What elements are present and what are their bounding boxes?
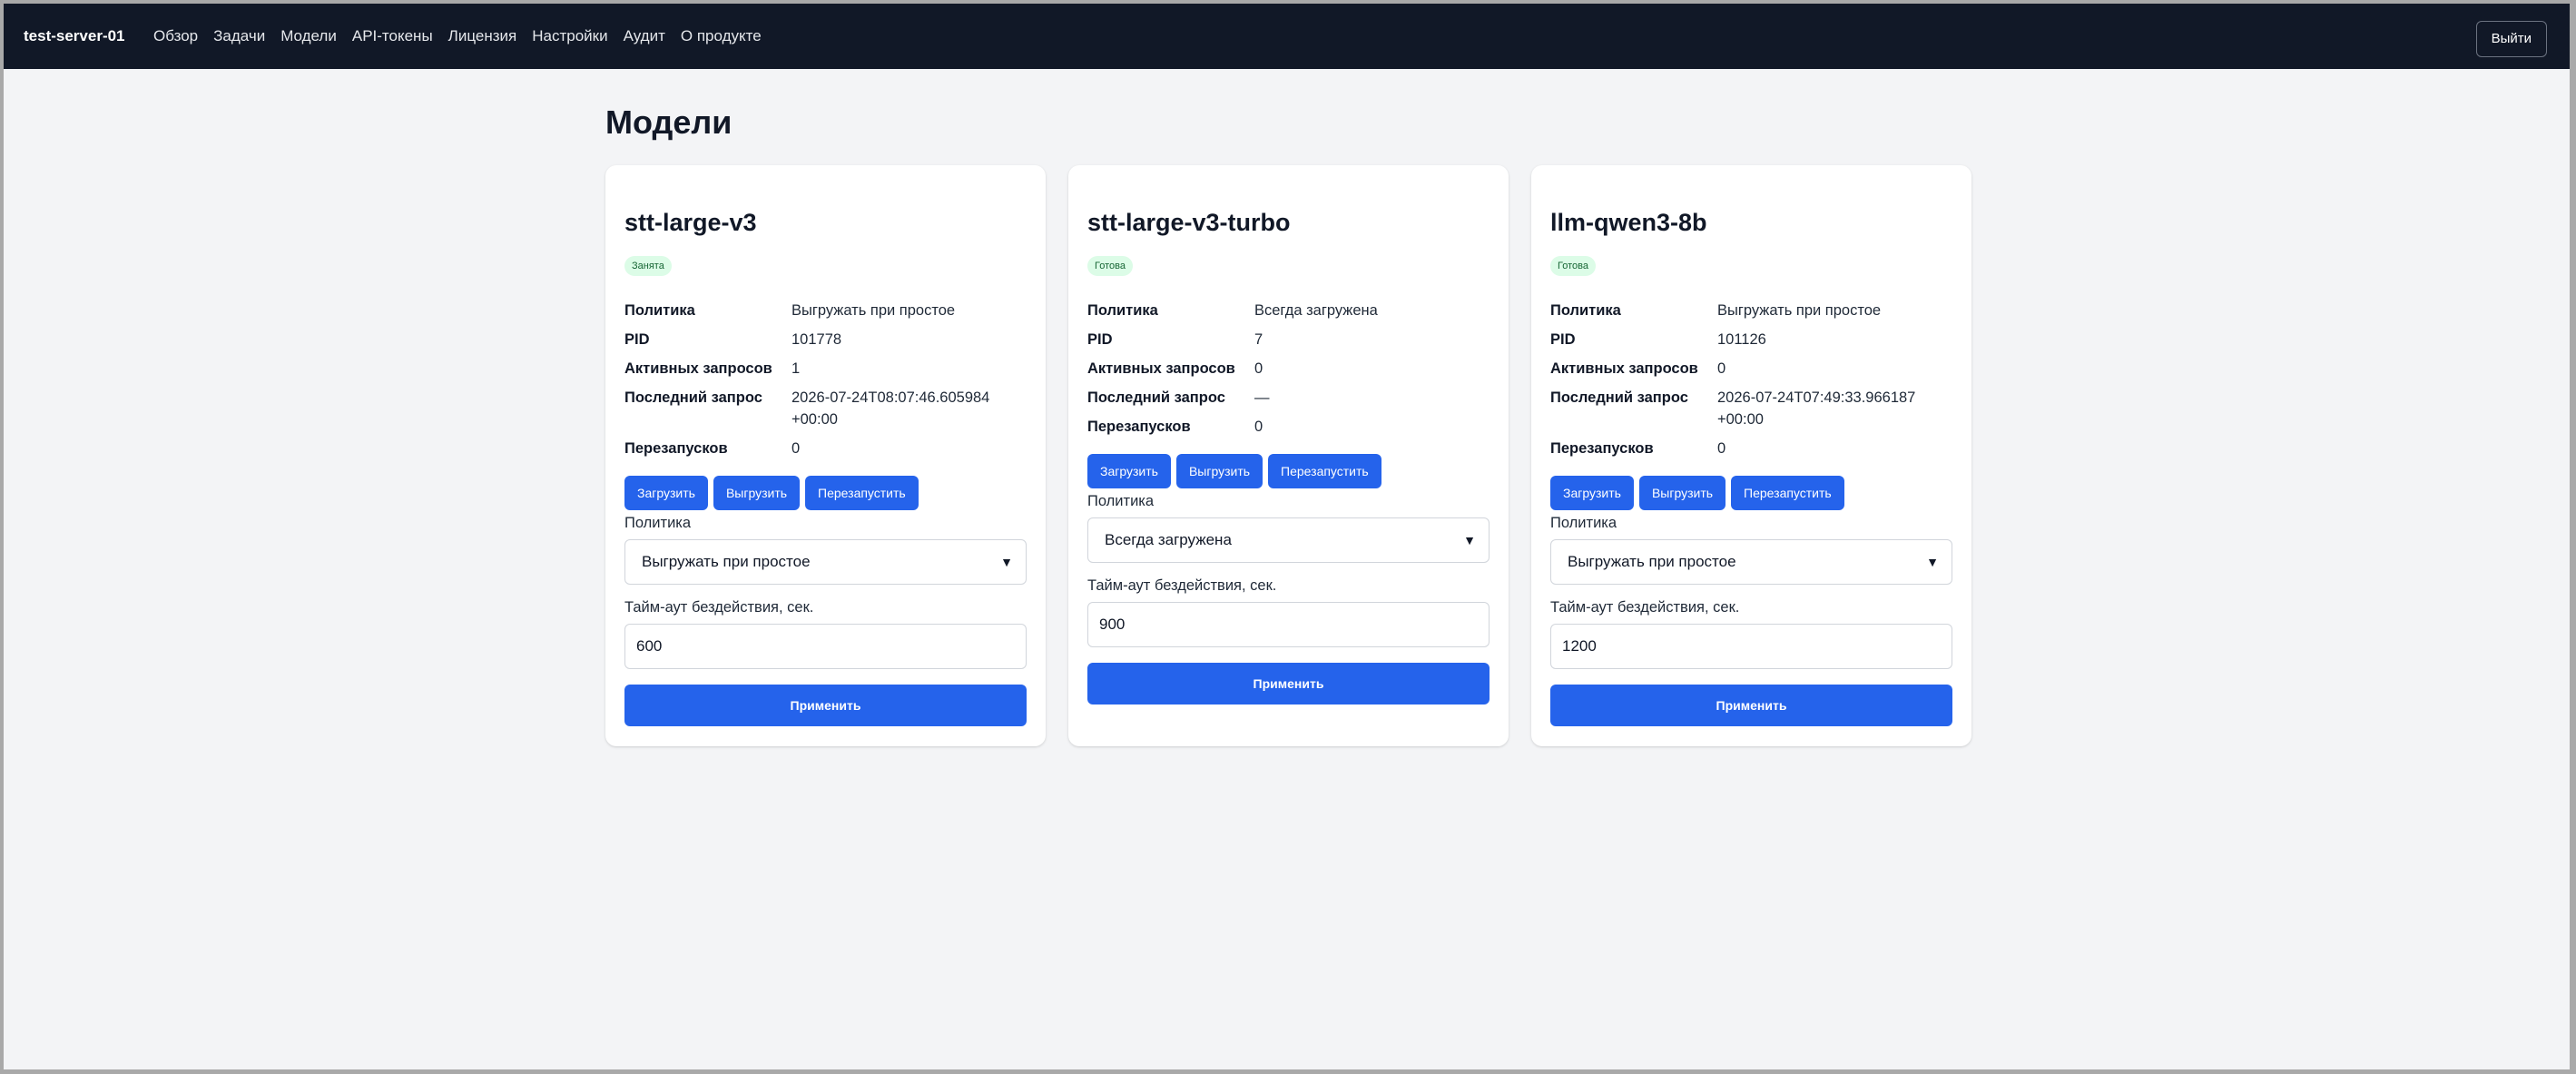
timeout-field-label: Тайм-аут бездействия, сек. bbox=[1550, 599, 1740, 616]
restarts-label: Перезапусков bbox=[1550, 440, 1654, 457]
restarts-value: 0 bbox=[1717, 440, 1726, 457]
restarts-label: Перезапусков bbox=[624, 440, 728, 457]
status-badge: Готова bbox=[1087, 256, 1133, 276]
policy-field-label: Политика bbox=[1087, 493, 1155, 509]
unload-button[interactable]: Выгрузить bbox=[713, 476, 801, 510]
model-details: Политика Выгружать при простое PID 101778 … bbox=[624, 300, 1028, 467]
timeout-input[interactable]: 900 bbox=[1087, 602, 1490, 647]
active-requests-label: Активных запросов bbox=[624, 360, 772, 377]
policy-select[interactable]: Выгружать при простое ▼ bbox=[624, 539, 1027, 585]
active-requests-label: Активных запросов bbox=[1550, 360, 1698, 377]
last-request-value: 2026-07-24T08:07:46.605984+00:00 bbox=[791, 389, 990, 428]
model-actions: Загрузить Выгрузить Перезапустить bbox=[1087, 454, 1387, 488]
last-request-label: Последний запрос bbox=[1087, 389, 1225, 406]
policy-value: Выгружать при простое bbox=[1717, 302, 1882, 319]
nav-license[interactable]: Лицензия bbox=[448, 27, 517, 45]
last-request-label: Последний запрос bbox=[624, 389, 762, 406]
restarts-label: Перезапусков bbox=[1087, 419, 1191, 435]
restart-button[interactable]: Перезапустить bbox=[805, 476, 919, 510]
restart-button[interactable]: Перезапустить bbox=[1268, 454, 1381, 488]
timeout-input[interactable]: 600 bbox=[624, 624, 1027, 669]
status-badge: Занята bbox=[624, 256, 672, 276]
policy-field-label: Политика bbox=[624, 515, 692, 531]
chevron-down-icon: ▼ bbox=[1463, 533, 1476, 547]
policy-select-value: Выгружать при простое bbox=[642, 553, 811, 570]
page-title: Модели bbox=[605, 103, 732, 141]
nav-audit[interactable]: Аудит bbox=[624, 27, 665, 45]
pid-label: PID bbox=[1087, 331, 1113, 348]
model-card: stt-large-v3 Занята Политика Выгружать пр… bbox=[605, 165, 1046, 746]
nav-overview[interactable]: Обзор bbox=[153, 27, 198, 45]
chevron-down-icon: ▼ bbox=[1000, 555, 1013, 569]
model-name: llm-qwen3-8b bbox=[1550, 209, 1707, 236]
active-requests-value: 1 bbox=[791, 360, 801, 377]
nav-tasks[interactable]: Задачи bbox=[213, 27, 265, 45]
apply-button[interactable]: Применить bbox=[1087, 663, 1490, 705]
restarts-value: 0 bbox=[1254, 419, 1263, 435]
active-requests-value: 0 bbox=[1717, 360, 1726, 377]
active-requests-label: Активных запросов bbox=[1087, 360, 1235, 377]
restarts-value: 0 bbox=[791, 440, 801, 457]
pid-value: 7 bbox=[1254, 331, 1263, 348]
last-request-value: — bbox=[1254, 389, 1270, 406]
chevron-down-icon: ▼ bbox=[1926, 555, 1939, 569]
model-card: llm-qwen3-8b Готова Политика Выгружать пр… bbox=[1531, 165, 1971, 746]
pid-label: PID bbox=[1550, 331, 1576, 348]
server-name: test-server-01 bbox=[24, 27, 125, 44]
status-badge: Готова bbox=[1550, 256, 1596, 276]
policy-select[interactable]: Выгружать при простое ▼ bbox=[1550, 539, 1952, 585]
policy-label: Политика bbox=[1087, 302, 1158, 319]
unload-button[interactable]: Выгрузить bbox=[1175, 454, 1263, 488]
load-button[interactable]: Загрузить bbox=[1550, 476, 1634, 510]
model-name: stt-large-v3-turbo bbox=[1087, 209, 1291, 236]
policy-value: Выгружать при простое bbox=[791, 302, 956, 319]
policy-field-label: Политика bbox=[1550, 515, 1617, 531]
policy-select-value: Выгружать при простое bbox=[1568, 553, 1736, 570]
nav-about[interactable]: О продукте bbox=[681, 27, 762, 45]
timeout-field-label: Тайм-аут бездействия, сек. bbox=[624, 599, 814, 616]
pid-value: 101778 bbox=[791, 331, 842, 348]
policy-value: Всегда загружена bbox=[1254, 302, 1378, 319]
app-window: test-server-01 Обзор Задачи Модели API-т… bbox=[4, 4, 2570, 1069]
model-details: Политика Всегда загружена PID 7 Активных з… bbox=[1087, 300, 1491, 445]
last-request-label: Последний запрос bbox=[1550, 389, 1688, 406]
policy-select-value: Всегда загружена bbox=[1105, 531, 1232, 548]
model-actions: Загрузить Выгрузить Перезапустить bbox=[1550, 476, 1850, 510]
timeout-input[interactable]: 1200 bbox=[1550, 624, 1952, 669]
model-card: stt-large-v3-turbo Готова Политика Всегда… bbox=[1068, 165, 1509, 746]
active-requests-value: 0 bbox=[1254, 360, 1263, 377]
apply-button[interactable]: Применить bbox=[624, 685, 1027, 726]
apply-button[interactable]: Применить bbox=[1550, 685, 1952, 726]
timeout-field-label: Тайм-аут бездействия, сек. bbox=[1087, 577, 1277, 594]
main-nav: Обзор Задачи Модели API-токены Лицензия … bbox=[153, 4, 777, 69]
last-request-value: 2026-07-24T07:49:33.966187+00:00 bbox=[1717, 389, 1916, 428]
nav-settings[interactable]: Настройки bbox=[532, 27, 607, 45]
unload-button[interactable]: Выгрузить bbox=[1638, 476, 1726, 510]
model-details: Политика Выгружать при простое PID 101126 … bbox=[1550, 300, 1954, 467]
logout-button[interactable]: Выйти bbox=[2475, 21, 2547, 57]
nav-api-tokens[interactable]: API-токены bbox=[352, 27, 433, 45]
policy-select[interactable]: Всегда загружена ▼ bbox=[1087, 517, 1490, 563]
model-name: stt-large-v3 bbox=[624, 209, 757, 236]
policy-label: Политика bbox=[1550, 302, 1621, 319]
model-actions: Загрузить Выгрузить Перезапустить bbox=[624, 476, 924, 510]
top-navbar: test-server-01 Обзор Задачи Модели API-т… bbox=[4, 4, 2570, 69]
pid-value: 101126 bbox=[1717, 331, 1766, 348]
pid-label: PID bbox=[624, 331, 650, 348]
policy-label: Политика bbox=[624, 302, 695, 319]
restart-button[interactable]: Перезапустить bbox=[1731, 476, 1844, 510]
load-button[interactable]: Загрузить bbox=[1087, 454, 1171, 488]
nav-models[interactable]: Модели bbox=[280, 27, 337, 45]
load-button[interactable]: Загрузить bbox=[624, 476, 708, 510]
